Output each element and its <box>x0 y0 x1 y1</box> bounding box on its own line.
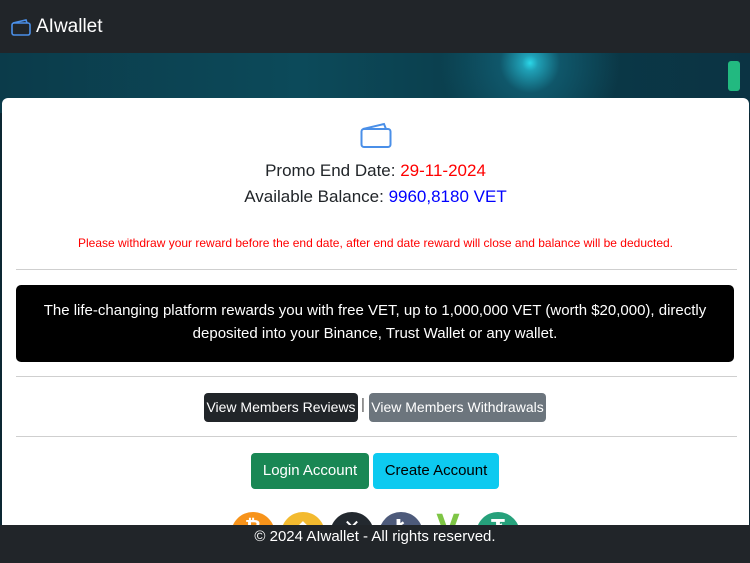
footer: © 2024 AIwallet - All rights reserved. <box>0 525 750 563</box>
footer-copyright: © 2024 AIwallet - All rights reserved. <box>254 528 496 545</box>
available-balance: Available Balance: 9960,8180 VET <box>2 187 749 207</box>
info-box: The life-changing platform rewards you w… <box>16 285 734 362</box>
view-reviews-button[interactable]: View Members Reviews <box>204 393 358 422</box>
balance-label: Available Balance: <box>244 187 384 206</box>
hero-decoration <box>728 61 740 91</box>
view-withdrawals-button[interactable]: View Members Withdrawals <box>369 393 546 422</box>
button-separator: | <box>361 396 365 413</box>
promo-card: Promo End Date: 29-11-2024 Available Bal… <box>2 98 749 538</box>
brand-link[interactable]: AIwallet <box>11 16 103 38</box>
promo-label: Promo End Date: <box>265 161 396 180</box>
promo-date: 29-11-2024 <box>400 161 486 180</box>
navbar: AIwallet <box>0 0 750 53</box>
wallet-icon <box>360 122 392 148</box>
brand-name: AIwallet <box>36 15 103 37</box>
wallet-icon <box>11 18 31 36</box>
divider <box>16 376 737 377</box>
divider <box>16 436 737 437</box>
divider <box>16 269 737 270</box>
create-account-button[interactable]: Create Account <box>373 453 499 489</box>
balance-value: 9960,8180 VET <box>388 187 507 206</box>
promo-end-date: Promo End Date: 29-11-2024 <box>2 161 749 181</box>
login-button[interactable]: Login Account <box>251 453 369 489</box>
withdraw-warning: Please withdraw your reward before the e… <box>77 236 674 250</box>
